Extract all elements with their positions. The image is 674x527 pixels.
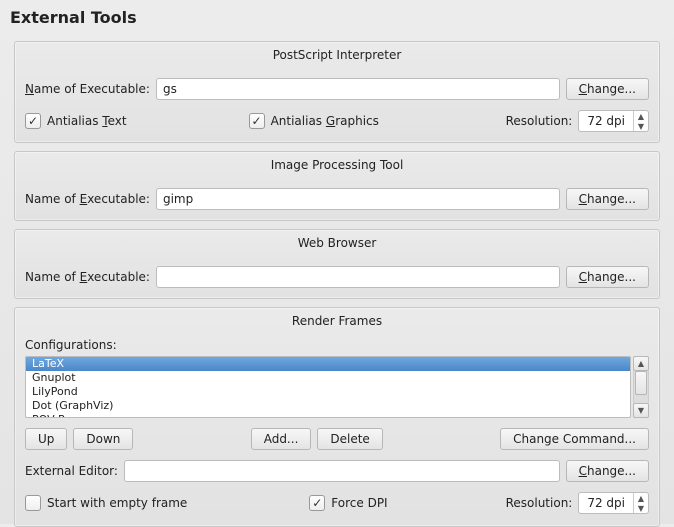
img-change-button[interactable]: Change... — [566, 188, 649, 210]
ps-resolution-value: 72 dpi — [579, 114, 633, 128]
list-item[interactable]: Dot (GraphViz) — [26, 399, 630, 413]
label-img-executable: Name of Executable: — [25, 192, 150, 206]
configurations-label: Configurations: — [25, 338, 649, 352]
add-button[interactable]: Add... — [251, 428, 312, 450]
change-command-button[interactable]: Change Command... — [500, 428, 649, 450]
delete-button[interactable]: Delete — [317, 428, 382, 450]
web-change-button[interactable]: Change... — [566, 266, 649, 288]
ps-change-button[interactable]: Change... — [566, 78, 649, 100]
list-item[interactable]: POV-Ray — [26, 413, 630, 418]
web-executable-input[interactable] — [156, 266, 560, 288]
img-executable-input[interactable] — [156, 188, 560, 210]
list-item[interactable]: LaTeX — [26, 357, 630, 371]
list-item[interactable]: LilyPond — [26, 385, 630, 399]
resolution-label-ps: Resolution: — [506, 114, 573, 128]
scroll-up-icon[interactable]: ▲ — [633, 356, 649, 371]
listbox-scrollbar[interactable]: ▲ ▼ — [633, 356, 649, 418]
label-ps-executable: Name of Executable: — [25, 82, 150, 96]
ps-resolution-spin[interactable]: 72 dpi ▲ ▼ — [578, 110, 649, 132]
panel-render-frames: Render Frames Configurations: LaTeX Gnup… — [14, 307, 660, 527]
force-dpi-label: Force DPI — [331, 496, 387, 510]
external-editor-input[interactable] — [124, 460, 560, 482]
panel-title-postscript: PostScript Interpreter — [25, 42, 649, 72]
external-editor-label: External Editor: — [25, 464, 118, 478]
configurations-listbox[interactable]: LaTeX Gnuplot LilyPond Dot (GraphViz) PO… — [25, 356, 631, 418]
spin-up-icon[interactable]: ▲ — [634, 493, 648, 503]
spin-down-icon[interactable]: ▼ — [634, 503, 648, 513]
start-empty-checkbox[interactable] — [25, 495, 41, 511]
antialias-text-checkbox[interactable] — [25, 113, 41, 129]
spin-down-icon[interactable]: ▼ — [634, 121, 648, 131]
panel-title-render: Render Frames — [25, 308, 649, 338]
page-title: External Tools — [0, 0, 674, 41]
rf-resolution-value: 72 dpi — [579, 496, 633, 510]
force-dpi-checkbox[interactable] — [309, 495, 325, 511]
label-web-executable: Name of Executable: — [25, 270, 150, 284]
antialias-graphics-checkbox[interactable] — [249, 113, 265, 129]
up-button[interactable]: Up — [25, 428, 67, 450]
list-item[interactable]: Gnuplot — [26, 371, 630, 385]
panel-web-browser: Web Browser Name of Executable: Change..… — [14, 229, 660, 299]
spin-up-icon[interactable]: ▲ — [634, 111, 648, 121]
scroll-thumb[interactable] — [635, 371, 647, 395]
scroll-down-icon[interactable]: ▼ — [633, 403, 649, 418]
panel-postscript: PostScript Interpreter Name of Executabl… — [14, 41, 660, 143]
scroll-track[interactable] — [633, 371, 649, 403]
down-button[interactable]: Down — [73, 428, 133, 450]
resolution-label-rf: Resolution: — [506, 496, 573, 510]
panel-title-web: Web Browser — [25, 230, 649, 260]
ps-executable-input[interactable] — [156, 78, 560, 100]
antialias-text-label: Antialias Text — [47, 114, 127, 128]
panel-title-image: Image Processing Tool — [25, 152, 649, 182]
antialias-graphics-label: Antialias Graphics — [271, 114, 379, 128]
panel-image-tool: Image Processing Tool Name of Executable… — [14, 151, 660, 221]
rf-resolution-spin[interactable]: 72 dpi ▲ ▼ — [578, 492, 649, 514]
editor-change-button[interactable]: Change... — [566, 460, 649, 482]
start-empty-label: Start with empty frame — [47, 496, 187, 510]
